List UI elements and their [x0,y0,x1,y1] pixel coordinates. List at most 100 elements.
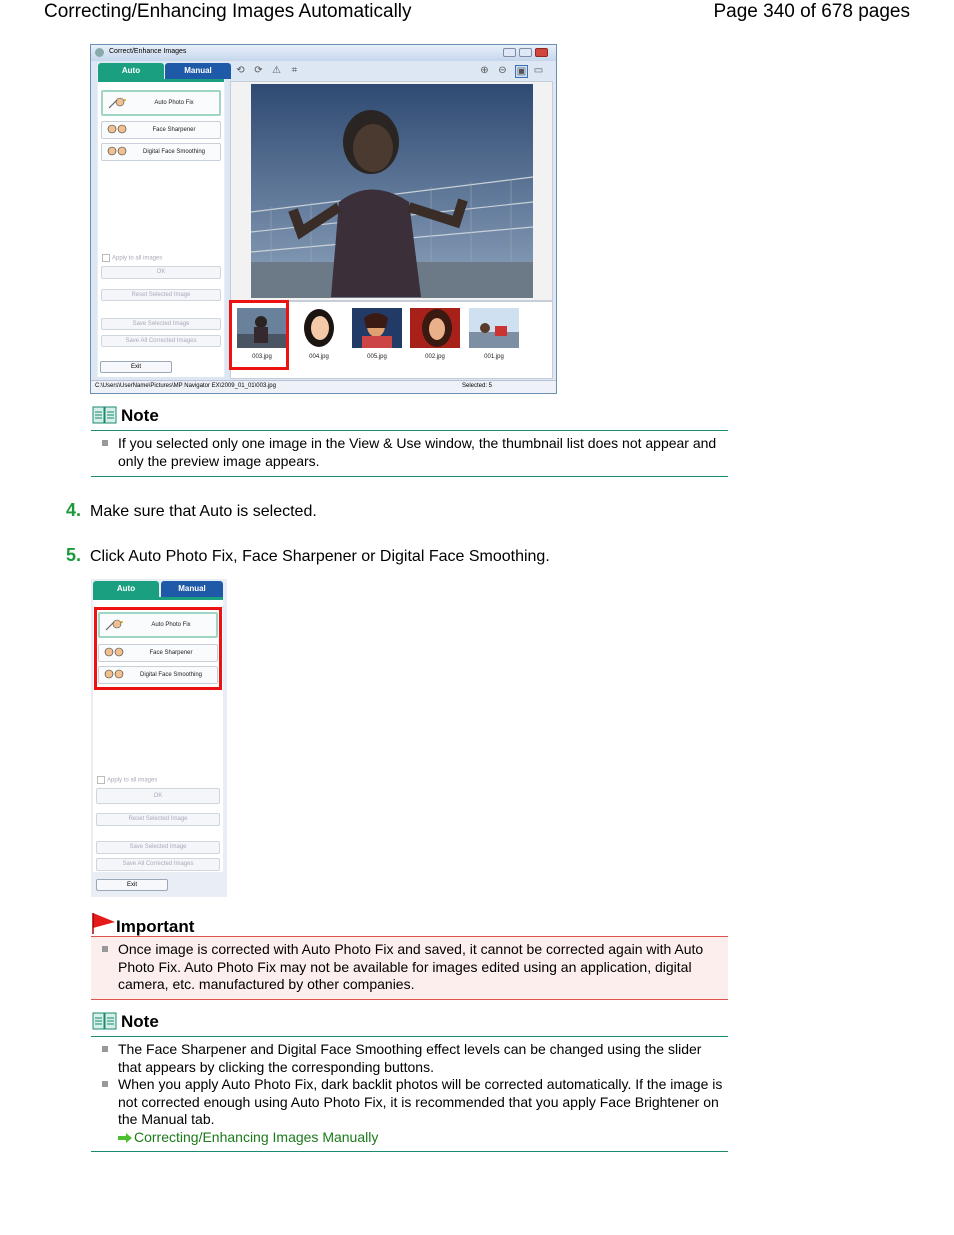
thumbnail-name: 004.jpg [309,354,329,360]
step-text: Click Auto Photo Fix, Face Sharpener or … [90,548,550,565]
auto-panel-body: Auto Photo Fix Face Sharpener Digital Fa… [93,597,223,872]
apply-all-label: Apply to all images [107,777,158,784]
exit-button[interactable]: Exit [96,879,168,891]
face-sharpener-button[interactable]: Face Sharpener [101,121,221,139]
auto-panel-body: Auto Photo Fix Face Sharpener Digital Fa… [98,79,224,377]
note-heading: Note [92,1012,159,1032]
note-item: When you apply Auto Photo Fix, dark back… [91,1076,728,1129]
reset-selected-image-button[interactable]: Reset Selected Image [96,813,220,826]
face-sharpener-icon [107,124,127,134]
zoom-out-icon[interactable]: ⊖ [497,65,508,76]
correct-enhance-window-screenshot: Correct/Enhance Images Auto Manual Auto … [90,44,557,394]
page-header-title: Correcting/Enhancing Images Automaticall… [44,1,412,22]
note-book-icon [92,1012,117,1030]
step-4: 4. Make sure that Auto is selected. [66,500,317,522]
app-icon [95,48,104,57]
digital-face-smoothing-button[interactable]: Digital Face Smoothing [101,143,221,161]
apply-all-checkbox[interactable]: Apply to all images [102,254,162,262]
apply-all-checkbox[interactable]: Apply to all images [97,776,157,784]
thumbnail-image[interactable] [410,308,460,348]
red-flag-icon [92,913,115,934]
rotate-right-icon[interactable]: ⟳ [253,65,264,76]
note-link-row: Correcting/Enhancing Images Manually [91,1129,728,1147]
close-icon[interactable] [535,48,548,57]
step-number: 4. [66,500,82,520]
status-bar: C:\Users\UserName\Pictures\MP Navigator … [91,380,556,393]
manual-correction-link[interactable]: Correcting/Enhancing Images Manually [134,1129,378,1145]
rotate-left-icon[interactable]: ⟲ [235,65,246,76]
preview-photo [250,84,534,298]
thumbnail-name: 002.jpg [425,354,445,360]
preview-area [230,81,553,301]
bullet-icon [102,1081,108,1087]
digital-face-smoothing-icon [107,146,127,156]
ok-button[interactable]: OK [101,266,221,279]
step-number: 5. [66,545,82,565]
thumbnail-image[interactable] [469,308,519,348]
compare-view-icon[interactable]: ▭ [533,65,544,76]
window-titlebar: Correct/Enhance Images [91,45,556,61]
tab-auto[interactable]: Auto [98,63,164,79]
note-title: Note [121,1012,159,1031]
note-item-text: The Face Sharpener and Digital Face Smoo… [118,1041,702,1075]
note-book-icon [92,406,117,424]
bullet-icon [102,946,108,952]
important-item-text: Once image is corrected with Auto Photo … [118,941,704,992]
status-path: C:\Users\UserName\Pictures\MP Navigator … [95,383,276,389]
digital-face-smoothing-label: Digital Face Smoothing [142,149,206,155]
note-box: If you selected only one image in the Vi… [91,430,728,477]
thumbnail-list: 003.jpg 004.jpg 005.jpg 002.jpg 001.jpg [229,300,553,379]
thumbnail-image[interactable] [294,308,344,348]
tab-manual[interactable]: Manual [161,581,223,597]
auto-photo-fix-label: Auto Photo Fix [154,100,194,106]
invert-icon[interactable]: ⚠ [271,65,282,76]
thumbnail-name: 001.jpg [484,354,504,360]
note-item: The Face Sharpener and Digital Face Smoo… [91,1041,728,1076]
thumbnail-image[interactable] [352,308,402,348]
ok-button[interactable]: OK [96,788,220,804]
important-box: Once image is corrected with Auto Photo … [91,936,728,1000]
tab-manual[interactable]: Manual [165,63,231,79]
maximize-icon[interactable] [519,48,532,57]
thumbnail-photo [410,308,460,348]
exit-button[interactable]: Exit [100,361,172,373]
save-all-corrected-images-button[interactable]: Save All Corrected Images [101,335,221,347]
note-item: If you selected only one image in the Vi… [91,435,728,470]
buttons-highlight [94,607,222,690]
zoom-in-icon[interactable]: ⊕ [479,65,490,76]
save-selected-image-button[interactable]: Save Selected Image [101,318,221,330]
selected-thumbnail-highlight [229,300,289,370]
note-title: Note [121,406,159,425]
auto-photo-fix-button[interactable]: Auto Photo Fix [101,90,221,116]
correction-panel: Auto Manual Auto Photo Fix Face Sharpene… [97,63,231,377]
bullet-icon [102,440,108,446]
toolbar: ⟲ ⟳ ⚠ ⌗ ⊕ ⊖ ▣ ▭ [233,63,551,79]
thumbnail-name: 005.jpg [367,354,387,360]
tab-auto[interactable]: Auto [93,581,159,597]
note-box: The Face Sharpener and Digital Face Smoo… [91,1036,728,1152]
window-title: Correct/Enhance Images [109,48,187,55]
thumbnail-photo [352,308,402,348]
minimize-icon[interactable] [503,48,516,57]
single-view-icon[interactable]: ▣ [515,65,528,78]
save-all-corrected-images-button[interactable]: Save All Corrected Images [96,858,220,871]
auto-photo-fix-icon [108,97,126,109]
step-5: 5. Click Auto Photo Fix, Face Sharpener o… [66,545,550,567]
thumbnail-photo [469,308,519,348]
important-item: Once image is corrected with Auto Photo … [91,941,728,994]
note-heading: Note [92,406,159,426]
auto-panel-screenshot: Auto Manual Auto Photo Fix Face Sharpene… [91,579,227,897]
save-selected-image-button[interactable]: Save Selected Image [96,841,220,854]
important-title: Important [116,917,195,936]
thumbnail-photo [294,308,344,348]
page-number: Page 340 of 678 pages [713,1,910,22]
face-sharpener-label: Face Sharpener [152,127,196,133]
link-arrow-icon [118,1132,132,1143]
apply-all-label: Apply to all images [112,255,163,262]
trim-icon[interactable]: ⌗ [289,65,300,76]
reset-selected-image-button[interactable]: Reset Selected Image [101,289,221,301]
note-item-text: If you selected only one image in the Vi… [118,435,717,469]
note-item-text: When you apply Auto Photo Fix, dark back… [118,1076,723,1127]
important-heading: Important [92,912,194,937]
status-selected: Selected: 5 [462,383,493,389]
